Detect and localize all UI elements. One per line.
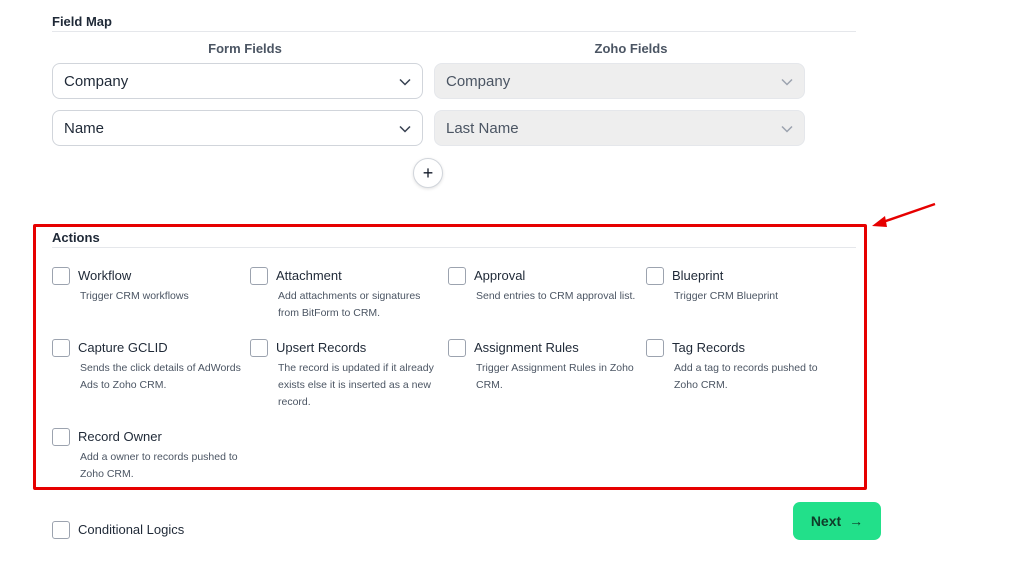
- conditional-logics-label: Conditional Logics: [78, 522, 185, 537]
- zoho-field-select-1[interactable]: Company: [434, 63, 805, 99]
- action-label: Record Owner: [78, 429, 162, 444]
- action-description: Trigger Assignment Rules in Zoho CRM.: [476, 362, 634, 391]
- next-button-label: Next: [810, 513, 842, 529]
- assignment-rules-checkbox[interactable]: [448, 339, 466, 357]
- zoho-field-value: Last Name: [446, 119, 519, 137]
- attachment-checkbox[interactable]: [250, 267, 268, 285]
- form-fields-header: Form Fields: [208, 41, 282, 56]
- action-description: Add a tag to records pushed to Zoho CRM.: [674, 362, 818, 391]
- next-button[interactable]: Next →: [793, 502, 881, 540]
- chevron-down-icon: [781, 125, 793, 133]
- action-label: Upsert Records: [276, 340, 367, 355]
- actions-title: Actions: [52, 230, 100, 245]
- capture-gclid-checkbox[interactable]: [52, 339, 70, 357]
- form-field-value: Company: [64, 72, 129, 90]
- field-map-divider: [52, 31, 856, 32]
- action-label: Assignment Rules: [474, 340, 579, 355]
- action-description: Trigger CRM Blueprint: [674, 290, 779, 302]
- zoho-fields-header: Zoho Fields: [594, 41, 668, 56]
- action-label: Capture GCLID: [78, 340, 168, 355]
- blueprint-checkbox[interactable]: [646, 267, 664, 285]
- action-description: The record is updated if it already exis…: [278, 362, 434, 408]
- action-label: Approval: [474, 268, 526, 283]
- zoho-field-select-2[interactable]: Last Name: [434, 110, 805, 146]
- plus-icon: +: [422, 163, 434, 183]
- add-field-button[interactable]: +: [413, 158, 443, 188]
- form-field-value: Name: [64, 119, 105, 137]
- action-description: Add a owner to records pushed to Zoho CR…: [80, 451, 238, 480]
- action-description: Trigger CRM workflows: [80, 290, 189, 302]
- zoho-field-value: Company: [446, 72, 511, 90]
- arrow-right-icon: →: [849, 513, 864, 529]
- action-description: Sends the click details of AdWords Ads t…: [80, 362, 241, 391]
- chevron-down-icon: [399, 78, 411, 86]
- form-field-select-2[interactable]: Name: [52, 110, 423, 146]
- action-label: Tag Records: [672, 340, 745, 355]
- annotation-arrow-icon: [872, 202, 936, 227]
- actions-divider: [52, 247, 856, 248]
- chevron-down-icon: [399, 125, 411, 133]
- action-description: Add attachments or signatures from BitFo…: [278, 290, 421, 319]
- approval-checkbox[interactable]: [448, 267, 466, 285]
- action-label: Workflow: [78, 268, 132, 283]
- upsert-records-checkbox[interactable]: [250, 339, 268, 357]
- action-label: Attachment: [276, 268, 342, 283]
- conditional-logics-checkbox[interactable]: [52, 521, 70, 539]
- record-owner-checkbox[interactable]: [52, 428, 70, 446]
- action-label: Blueprint: [672, 268, 724, 283]
- action-description: Send entries to CRM approval list.: [476, 290, 636, 302]
- field-map-title: Field Map: [52, 14, 112, 29]
- chevron-down-icon: [781, 78, 793, 86]
- form-field-select-1[interactable]: Company: [52, 63, 423, 99]
- workflow-checkbox[interactable]: [52, 267, 70, 285]
- tag-records-checkbox[interactable]: [646, 339, 664, 357]
